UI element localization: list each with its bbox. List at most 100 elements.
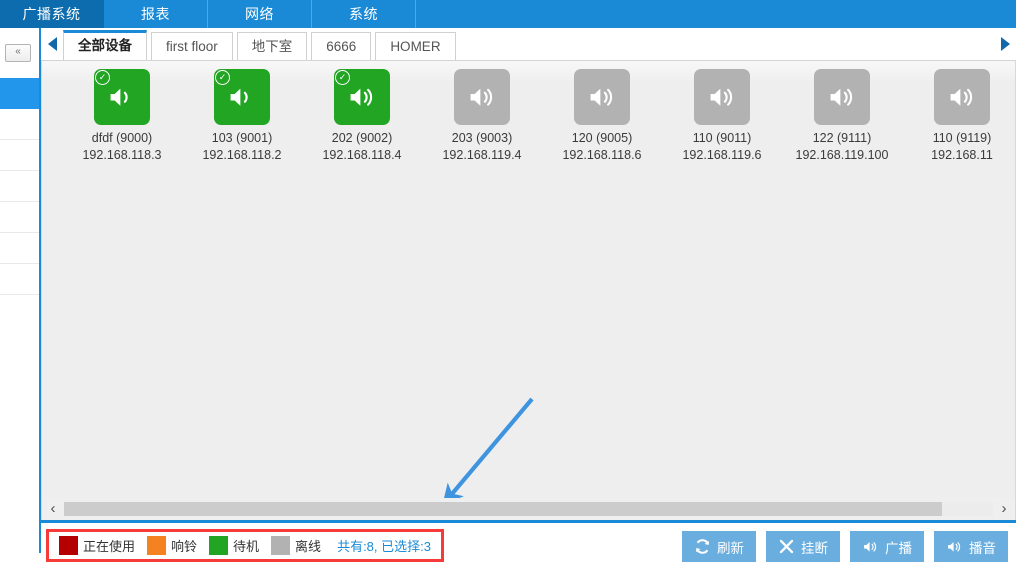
device-name-label: 122 (9111)	[812, 131, 872, 145]
legend-label: 正在使用	[83, 539, 136, 554]
sidebar-row[interactable]	[0, 171, 39, 202]
action-button-label: 挂断	[801, 540, 828, 556]
tab-label: 全部设备	[78, 38, 132, 53]
menu-item-label: 报表	[141, 6, 170, 22]
device-icon-wrapper: ✓	[214, 69, 270, 125]
device-icon-wrapper: ✓	[334, 69, 390, 125]
device-icon-wrapper	[814, 69, 870, 125]
menu-item-system[interactable]: 系统	[312, 0, 416, 28]
tab-scroll-right-button[interactable]	[994, 27, 1016, 60]
action-button-group: 刷新 挂断 广播 播音	[682, 531, 1008, 562]
menu-item-label: 系统	[349, 6, 378, 22]
scrollbar-thumb[interactable]	[64, 502, 942, 516]
speaker-icon	[814, 69, 870, 125]
device-ip-label: 192.168.118.2	[202, 148, 282, 162]
scroll-left-icon[interactable]: ‹	[42, 499, 64, 519]
speaker-icon	[694, 69, 750, 125]
legend-item: 离线	[271, 536, 321, 555]
device-item[interactable]: 203 (9003) 192.168.119.4	[422, 69, 542, 164]
refresh-button[interactable]: 刷新	[682, 531, 756, 562]
device-icon-wrapper: ✓	[94, 69, 150, 125]
sidebar-row-selected[interactable]	[0, 78, 39, 109]
legend-label: 离线	[295, 539, 322, 554]
device-item[interactable]: 122 (9111) 192.168.119.100	[782, 69, 902, 164]
scroll-right-icon[interactable]: ›	[993, 499, 1015, 519]
sidebar-row[interactable]	[0, 109, 39, 140]
status-legend: 正在使用 响铃 待机 离线 共有:8, 已选择:3	[46, 529, 444, 562]
announce-button[interactable]: 播音	[934, 531, 1008, 562]
device-canvas: ✓ dfdf (9000) 192.168.118.3 ✓ 103 (9001) 192.…	[41, 61, 1016, 498]
sidebar-row[interactable]	[0, 233, 39, 264]
tab-scroll-left-button[interactable]	[41, 27, 63, 60]
collapse-sidebar-button[interactable]: «	[5, 44, 31, 62]
sidebar-row[interactable]	[0, 264, 39, 295]
menu-item-network[interactable]: 网络	[208, 0, 312, 28]
tab-homer[interactable]: HOMER	[375, 32, 456, 60]
main-menu-bar: 广播系统 报表 网络 系统	[0, 0, 1016, 28]
menu-item-reports[interactable]: 报表	[104, 0, 208, 28]
main-panel: 全部设备 first floor 地下室 6666 HOMER ✓ dfdf (9…	[41, 28, 1016, 567]
legend-color-swatch	[209, 536, 229, 555]
device-ip-label: 192.168.119.6	[682, 148, 762, 162]
menu-item-label: 广播系统	[22, 6, 81, 22]
device-name-label: 203 (9003)	[451, 131, 513, 145]
device-item[interactable]: ✓ dfdf (9000) 192.168.118.3	[62, 69, 182, 164]
action-button-label: 广播	[885, 540, 912, 556]
speaker-icon	[862, 538, 879, 555]
device-name-label: 110 (9119)	[932, 131, 992, 145]
zone-tab-strip: 全部设备 first floor 地下室 6666 HOMER	[41, 28, 1016, 61]
tab-label: 地下室	[251, 39, 293, 54]
device-item[interactable]: 110 (9119) 192.168.11	[902, 69, 1015, 164]
refresh-icon	[694, 538, 711, 555]
menu-item-broadcast[interactable]: 广播系统	[0, 0, 104, 28]
hangup-x-icon	[778, 538, 795, 555]
device-ip-label: 192.168.119.100	[795, 148, 889, 162]
legend-color-swatch	[59, 536, 78, 555]
device-item[interactable]: ✓ 202 (9002) 192.168.118.4	[302, 69, 422, 164]
menu-item-label: 网络	[245, 6, 274, 22]
device-count-status: 共有:8, 已选择:3	[337, 539, 431, 554]
triangle-right-icon	[1000, 36, 1010, 51]
hangup-button[interactable]: 挂断	[766, 531, 840, 562]
device-ip-label: 192.168.118.3	[82, 148, 162, 162]
device-name-label: 110 (9011)	[692, 131, 752, 145]
horizontal-scrollbar[interactable]: ‹ ›	[41, 498, 1016, 520]
device-ip-label: 192.168.118.6	[562, 148, 642, 162]
sidebar-row[interactable]	[0, 202, 39, 233]
tab-label: first floor	[166, 39, 218, 54]
bottom-status-bar: 正在使用 响铃 待机 离线 共有:8, 已选择:3 刷新 挂断 广播 播音	[41, 520, 1016, 567]
selected-check-icon: ✓	[215, 70, 230, 85]
device-name-label: 120 (9005)	[571, 131, 633, 145]
speaker-icon	[454, 69, 510, 125]
triangle-left-icon	[47, 36, 57, 51]
tab-first-floor[interactable]: first floor	[151, 32, 233, 60]
legend-item: 响铃	[147, 536, 197, 555]
device-name-label: dfdf (9000)	[91, 131, 153, 145]
sidebar-row[interactable]	[0, 140, 39, 171]
device-name-label: 202 (9002)	[331, 131, 393, 145]
sidebar-collapse-row: «	[0, 28, 39, 78]
menu-bar-filler	[416, 0, 1016, 28]
legend-color-swatch	[147, 536, 167, 555]
device-icon-wrapper	[574, 69, 630, 125]
tab-6666[interactable]: 6666	[311, 32, 372, 60]
device-item[interactable]: 110 (9011) 192.168.119.6	[662, 69, 782, 164]
device-item[interactable]: 120 (9005) 192.168.118.6	[542, 69, 662, 164]
device-ip-label: 192.168.11	[931, 148, 993, 162]
device-item[interactable]: ✓ 103 (9001) 192.168.118.2	[182, 69, 302, 164]
selected-check-icon: ✓	[335, 70, 350, 85]
device-icon-wrapper	[934, 69, 990, 125]
legend-item: 待机	[209, 536, 259, 555]
legend-label: 响铃	[171, 539, 198, 554]
device-ip-label: 192.168.118.4	[322, 148, 402, 162]
tab-all-devices[interactable]: 全部设备	[63, 30, 147, 60]
device-icon-wrapper	[454, 69, 510, 125]
left-sidebar: «	[0, 28, 41, 553]
scrollbar-track[interactable]	[64, 502, 993, 516]
tab-basement[interactable]: 地下室	[236, 32, 308, 60]
legend-item: 正在使用	[59, 536, 135, 555]
broadcast-button[interactable]: 广播	[850, 531, 924, 562]
speaker-icon	[934, 69, 990, 125]
sidebar-empty-space	[0, 295, 39, 495]
tab-label: 6666	[326, 39, 357, 54]
